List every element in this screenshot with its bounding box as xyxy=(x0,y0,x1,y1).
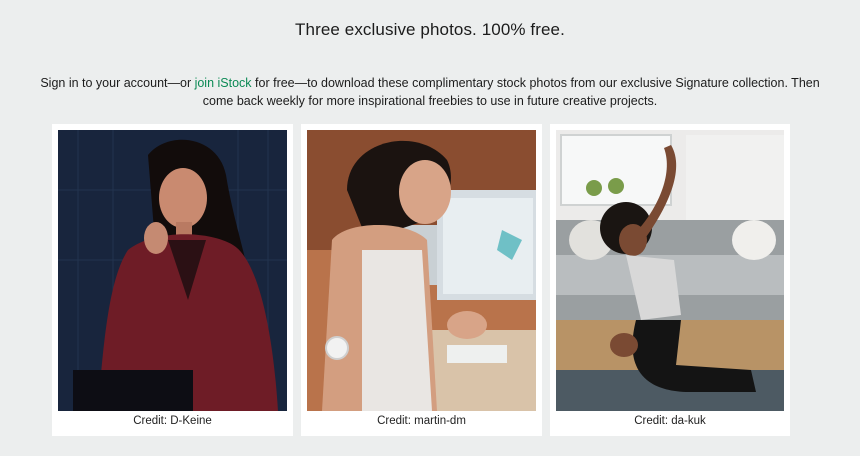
photo-card-3[interactable]: Credit: da-kuk xyxy=(550,124,790,436)
photo-credit-3: Credit: da-kuk xyxy=(634,415,706,427)
intro-paragraph: Sign in to your account—or join iStock f… xyxy=(40,74,820,110)
photo-woman-red-jacket[interactable] xyxy=(58,130,287,411)
intro-text-end: for free—to download these complimentary… xyxy=(202,76,820,108)
intro-text-start: Sign in to your account—or xyxy=(40,76,195,90)
photo-credit-1: Credit: D-Keine xyxy=(133,415,212,427)
page-title: Three exclusive photos. 100% free. xyxy=(295,20,565,39)
photo-woman-stretching[interactable] xyxy=(556,130,784,411)
join-istock-link[interactable]: join iStock xyxy=(195,76,252,90)
photo-card-2[interactable]: Credit: martin-dm xyxy=(301,124,542,436)
photo-woman-glucose-sensor[interactable] xyxy=(307,130,536,411)
photo-card-1[interactable]: Credit: D-Keine xyxy=(52,124,293,436)
photo-credit-2: Credit: martin-dm xyxy=(377,415,466,427)
